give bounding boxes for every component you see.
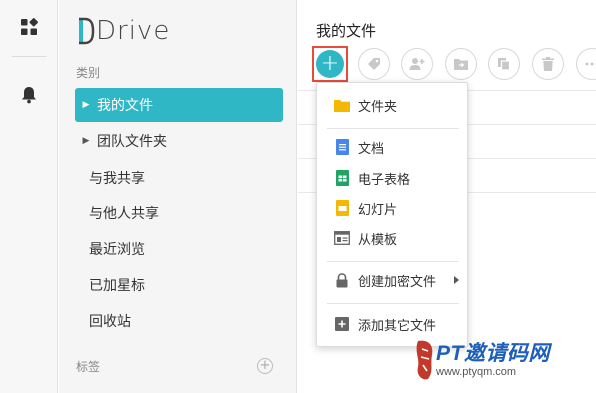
plus-icon: + — [320, 51, 340, 76]
menu-item-label: 从模板 — [358, 232, 398, 248]
watermark: PT邀请码网 www.ptyqm.com — [414, 335, 594, 391]
template-icon — [334, 230, 350, 246]
sidebar: Drive 类别 ▶ 我的文件 ▶ 团队文件夹 与我共享 与他人共享 最近浏览 … — [59, 0, 297, 393]
page-title: 我的文件 — [316, 22, 377, 40]
category-label: 类别 — [76, 66, 101, 80]
sidebar-item-label: 团队文件夹 — [97, 134, 167, 150]
new-item-menu: 文件夹 文档 电子表格 幻灯片 从模板 创建加密文件 添加其它文件 — [316, 82, 468, 347]
sidebar-item-team-folders[interactable]: ▶ 团队文件夹 — [75, 124, 283, 158]
copy-button[interactable] — [488, 48, 520, 80]
menu-item-label: 添加其它文件 — [358, 318, 437, 334]
sidebar-item-label: 我的文件 — [97, 98, 153, 114]
add-user-icon — [409, 58, 425, 70]
sidebar-item-label: 与他人共享 — [89, 206, 159, 222]
apps-grid-button[interactable] — [0, 2, 58, 52]
bell-icon — [22, 87, 36, 104]
menu-item-label: 文件夹 — [358, 99, 398, 115]
sidebar-item-label: 回收站 — [89, 314, 131, 330]
add-tag-button[interactable]: + — [257, 358, 273, 374]
more-icon — [585, 62, 596, 66]
menu-item-add-other-file[interactable]: 添加其它文件 — [317, 310, 469, 338]
folder-icon — [334, 97, 350, 113]
notifications-button[interactable] — [0, 70, 58, 120]
copy-icon — [498, 58, 511, 71]
menu-item-label: 文档 — [358, 141, 385, 157]
menu-item-folder[interactable]: 文件夹 — [317, 91, 469, 119]
menu-divider — [327, 261, 459, 262]
move-button[interactable] — [445, 48, 477, 80]
move-folder-icon — [454, 59, 468, 70]
trash-icon — [542, 57, 554, 71]
delete-button[interactable] — [532, 48, 564, 80]
add-button[interactable]: + — [316, 50, 344, 78]
menu-item-spreadsheet[interactable]: 电子表格 — [317, 164, 469, 192]
app-logo: Drive — [77, 14, 170, 48]
rail-divider — [12, 56, 46, 57]
menu-divider — [327, 128, 459, 129]
watermark-title: PT邀请码网 — [436, 342, 550, 365]
sidebar-item-label: 最近浏览 — [89, 242, 145, 258]
apps-grid-icon — [21, 18, 38, 35]
caret-right-icon[interactable]: ▶ — [75, 136, 97, 146]
menu-item-label: 创建加密文件 — [358, 274, 437, 290]
sidebar-item-label: 与我共享 — [89, 171, 145, 187]
more-button[interactable] — [576, 48, 596, 80]
document-icon — [334, 139, 350, 155]
spreadsheet-icon — [334, 170, 350, 186]
watermark-url: www.ptyqm.com — [436, 366, 517, 378]
tags-label: 标签 — [76, 360, 101, 374]
drive-logo-icon — [79, 17, 95, 45]
menu-item-slides[interactable]: 幻灯片 — [317, 194, 469, 222]
sidebar-item-starred[interactable]: 已加星标 — [75, 268, 283, 302]
logo-text: Drive — [96, 16, 171, 46]
tag-icon — [368, 58, 380, 70]
tag-button[interactable] — [358, 48, 390, 80]
menu-item-document[interactable]: 文档 — [317, 133, 469, 161]
sidebar-item-label: 已加星标 — [89, 278, 145, 294]
sidebar-item-shared-with-me[interactable]: 与我共享 — [75, 161, 283, 195]
add-file-icon — [334, 316, 350, 332]
caret-right-icon[interactable]: ▶ — [75, 100, 97, 110]
menu-divider — [327, 303, 459, 304]
menu-item-template[interactable]: 从模板 — [317, 224, 469, 252]
sidebar-item-trash[interactable]: 回收站 — [75, 304, 283, 338]
lock-icon — [334, 272, 350, 288]
share-user-button[interactable] — [401, 48, 433, 80]
menu-item-label: 幻灯片 — [358, 202, 398, 218]
sidebar-item-shared-with-others[interactable]: 与他人共享 — [75, 196, 283, 230]
sidebar-item-recent[interactable]: 最近浏览 — [75, 232, 283, 266]
menu-item-create-encrypted[interactable]: 创建加密文件 — [317, 266, 469, 294]
submenu-arrow-icon — [454, 276, 459, 284]
sidebar-item-my-files[interactable]: ▶ 我的文件 — [75, 88, 283, 122]
slides-icon — [334, 200, 350, 216]
add-button-highlight: + — [312, 46, 348, 82]
icon-rail — [0, 0, 58, 393]
seal-logo-icon — [416, 340, 433, 380]
menu-item-label: 电子表格 — [358, 172, 411, 188]
